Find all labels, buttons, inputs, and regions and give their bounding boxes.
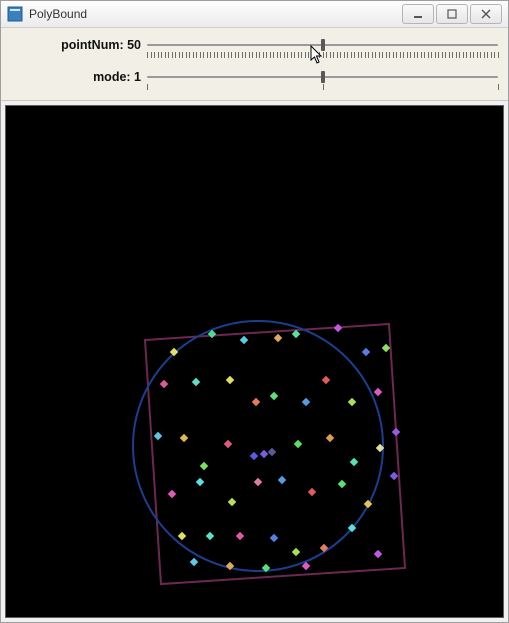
data-point: [338, 480, 346, 488]
data-point: [270, 534, 278, 542]
data-point: [278, 476, 286, 484]
data-point: [302, 398, 310, 406]
minimize-icon: [412, 9, 424, 19]
control-panel: pointNum: 50 mode: 1: [1, 28, 508, 101]
data-point: [308, 488, 316, 496]
data-point: [160, 380, 168, 388]
data-point: [192, 378, 200, 386]
data-point: [374, 550, 382, 558]
data-point: [374, 388, 382, 396]
slider-thumb[interactable]: [321, 71, 325, 83]
data-point: [362, 348, 370, 356]
mode-ticks-row: [11, 84, 498, 94]
minimize-button[interactable]: [402, 4, 434, 24]
data-point: [206, 532, 214, 540]
data-point: [196, 478, 204, 486]
data-point: [294, 440, 302, 448]
mode-label: mode: 1: [11, 70, 147, 84]
slider-thumb[interactable]: [321, 39, 325, 51]
titlebar[interactable]: PolyBound: [1, 1, 508, 28]
window-buttons: [402, 4, 502, 24]
slider-ticks: [147, 52, 498, 60]
data-point: [292, 548, 300, 556]
close-icon: [480, 9, 492, 19]
data-point: [236, 532, 244, 540]
data-point: [270, 392, 278, 400]
data-point: [260, 450, 268, 458]
data-point: [224, 440, 232, 448]
data-point: [390, 472, 398, 480]
close-button[interactable]: [470, 4, 502, 24]
data-point: [382, 344, 390, 352]
data-point: [254, 478, 262, 486]
data-point: [240, 336, 248, 344]
data-point: [180, 434, 188, 442]
data-point: [348, 398, 356, 406]
maximize-button[interactable]: [436, 4, 468, 24]
scene-canvas: [6, 106, 503, 617]
data-point: [334, 324, 342, 332]
app-icon: [7, 6, 23, 22]
data-point: [154, 432, 162, 440]
pointnum-ticks-row: [11, 52, 498, 62]
data-point: [350, 458, 358, 466]
data-point: [322, 376, 330, 384]
data-point: [250, 452, 258, 460]
viewport: [5, 105, 504, 618]
data-point: [190, 558, 198, 566]
data-point: [228, 498, 236, 506]
data-point: [326, 434, 334, 442]
slider-ticks: [147, 84, 498, 92]
data-point: [200, 462, 208, 470]
maximize-icon: [446, 9, 458, 19]
bounding-rect: [145, 324, 405, 584]
app-window: PolyBound pointNum: 50: [0, 0, 509, 623]
data-point: [268, 448, 276, 456]
data-point: [226, 376, 234, 384]
bounding-circle: [133, 321, 383, 571]
data-point: [392, 428, 400, 436]
data-point: [252, 398, 260, 406]
data-point: [274, 334, 282, 342]
pointnum-label: pointNum: 50: [11, 38, 147, 52]
data-point: [168, 490, 176, 498]
window-title: PolyBound: [29, 7, 402, 21]
data-point: [178, 532, 186, 540]
